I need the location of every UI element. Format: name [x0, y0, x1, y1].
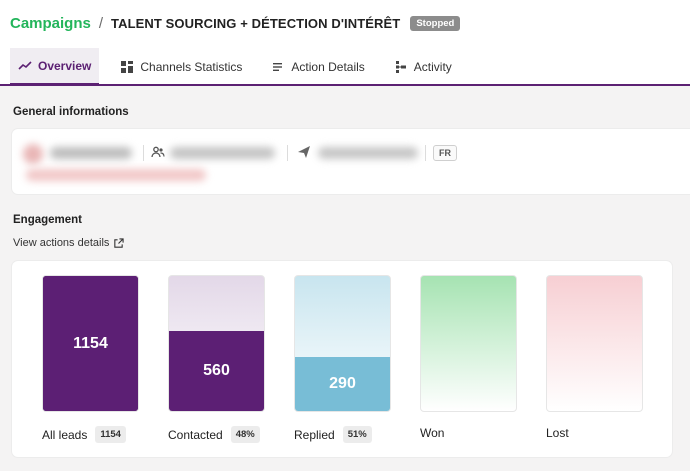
breadcrumb: Campaigns / TALENT SOURCING + DÉTECTION …	[10, 13, 461, 33]
users-icon	[151, 146, 165, 158]
funnel-bar-replied[interactable]: 290	[294, 275, 391, 412]
engagement-card: 1154 All leads 1154 560 Contacted 48% 29…	[12, 261, 672, 457]
language-badge: FR	[433, 145, 457, 161]
divider	[425, 145, 426, 161]
status-badge: Stopped	[410, 15, 461, 31]
breadcrumb-campaigns-link[interactable]: Campaigns	[10, 15, 91, 32]
funnel-label-won: Won	[420, 426, 444, 440]
tab-overview[interactable]: Overview	[10, 48, 100, 86]
tab-activity[interactable]: Activity	[386, 48, 460, 86]
engagement-heading: Engagement	[13, 214, 83, 226]
divider	[287, 145, 288, 161]
breadcrumb-separator: /	[98, 14, 104, 32]
tab-action-details[interactable]: Action Details	[263, 48, 372, 86]
redacted-sender	[318, 147, 418, 159]
tab-channels-statistics[interactable]: Channels Statistics	[112, 48, 250, 86]
send-icon	[298, 146, 310, 158]
tab-label: Overview	[38, 58, 92, 73]
activity-icon	[395, 61, 406, 73]
tab-label: Action Details	[291, 60, 365, 74]
redacted-description	[26, 169, 206, 181]
stage-rate-badge: 48%	[230, 426, 260, 443]
funnel-label-all-leads: All leads 1154	[42, 426, 126, 443]
funnel-value: 1154	[73, 334, 108, 352]
top-bar: Campaigns / TALENT SOURCING + DÉTECTION …	[0, 0, 690, 86]
redacted-owner	[50, 147, 132, 159]
avatar	[23, 144, 43, 164]
stage-name: Lost	[546, 426, 569, 440]
general-info-card: FR	[12, 129, 690, 194]
divider	[143, 145, 144, 161]
funnel-bar-contacted[interactable]: 560	[168, 275, 265, 412]
stage-name: Won	[420, 426, 445, 440]
view-actions-details-label: View actions details	[13, 237, 110, 249]
redacted-audience	[170, 147, 275, 159]
funnel-label-replied: Replied 51%	[294, 426, 372, 443]
stage-name: All leads	[42, 427, 88, 442]
funnel-label-contacted: Contacted 48%	[168, 426, 260, 443]
stage-rate-badge: 51%	[342, 426, 372, 443]
trend-icon	[18, 60, 32, 70]
funnel-value: 290	[329, 375, 356, 392]
external-link-icon	[114, 237, 125, 248]
funnel-label-lost: Lost	[546, 426, 569, 440]
list-icon	[273, 63, 283, 71]
tab-label: Channels Statistics	[140, 60, 243, 74]
tab-label: Activity	[413, 60, 452, 74]
funnel-bar-fill: 560	[169, 331, 264, 411]
tab-bar: Overview Channels Statistics Action Deta…	[10, 48, 473, 86]
stage-name: Contacted	[168, 427, 223, 442]
campaign-title: TALENT SOURCING + DÉTECTION D'INTÉRÊT	[111, 15, 401, 31]
funnel-bar-fill: 290	[295, 357, 390, 411]
funnel-bar-lost[interactable]	[546, 275, 643, 412]
funnel-bar-won[interactable]	[420, 275, 517, 412]
grid-icon	[121, 61, 134, 73]
funnel-value: 560	[203, 362, 230, 380]
funnel-bar-fill: 1154	[43, 276, 138, 411]
general-informations-heading: General informations	[13, 106, 129, 118]
stage-name: Replied	[294, 427, 335, 442]
stage-count-badge: 1154	[95, 426, 126, 443]
view-actions-details-link[interactable]: View actions details	[13, 237, 125, 249]
funnel-bar-all-leads[interactable]: 1154	[42, 275, 139, 412]
